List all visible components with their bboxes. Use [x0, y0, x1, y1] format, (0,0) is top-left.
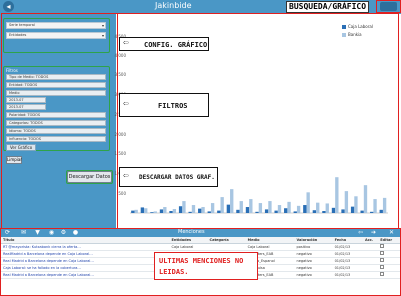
callout-filters-label: FILTROS	[158, 102, 188, 110]
highlight-frame-left	[1, 13, 118, 233]
callout-download: ⇦ DESCARGAR DATOS GRAF.	[119, 167, 218, 187]
arrow-left-icon: ⇦	[123, 99, 129, 109]
search-chart-annotation: BUSQUEDA/GRÁFICO	[286, 1, 370, 13]
callout-download-label: DESCARGAR DATOS GRAF.	[139, 174, 215, 181]
callout-config-label: CONFIG. GRÁFICO	[144, 41, 208, 49]
highlight-frame-top	[376, 0, 401, 13]
back-icon[interactable]: ◂	[3, 1, 14, 12]
app-title: Jakinbide	[155, 1, 192, 10]
callout-config: ⇦ CONFIG. GRÁFICO	[119, 37, 209, 51]
highlight-frame-bottom	[0, 228, 401, 296]
callout-filters: ⇦ FILTROS	[119, 93, 209, 117]
arrow-left-icon: ⇦	[123, 38, 129, 48]
arrow-left-icon: ⇦	[123, 171, 129, 181]
